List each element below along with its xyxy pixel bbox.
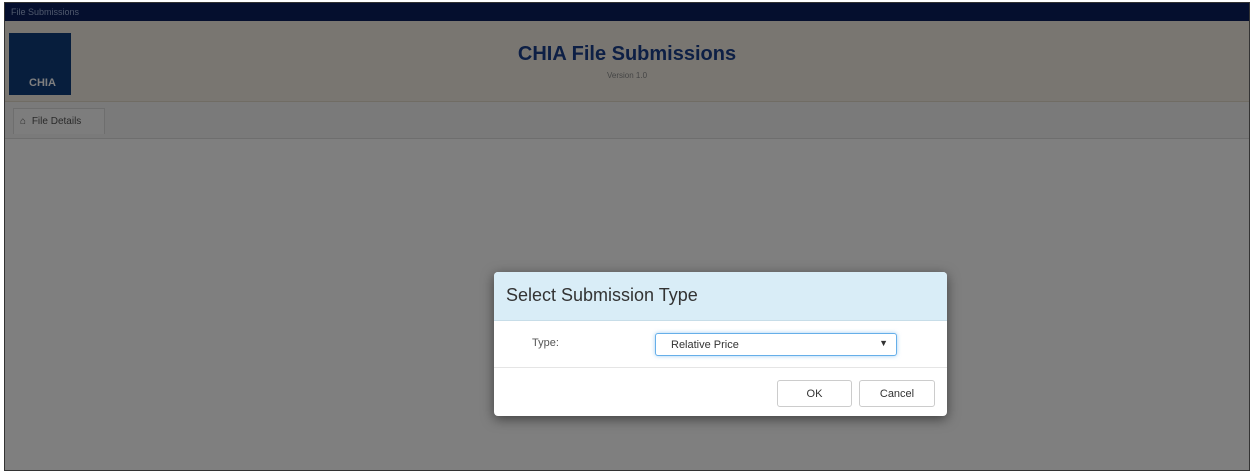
ok-button[interactable]: OK xyxy=(777,380,852,407)
dialog-header: Select Submission Type xyxy=(494,272,947,321)
type-select[interactable]: Relative Price ▼ xyxy=(655,333,897,356)
type-label: Type: xyxy=(532,337,559,349)
chevron-down-icon: ▼ xyxy=(879,338,888,348)
cancel-button[interactable]: Cancel xyxy=(859,380,935,407)
submission-type-dialog: Select Submission Type Type: Relative Pr… xyxy=(494,272,947,416)
dialog-body: Type: Relative Price ▼ xyxy=(494,321,947,368)
dialog-title: Select Submission Type xyxy=(506,285,698,305)
dialog-footer: OK Cancel xyxy=(494,368,947,416)
type-select-value: Relative Price xyxy=(671,339,739,351)
